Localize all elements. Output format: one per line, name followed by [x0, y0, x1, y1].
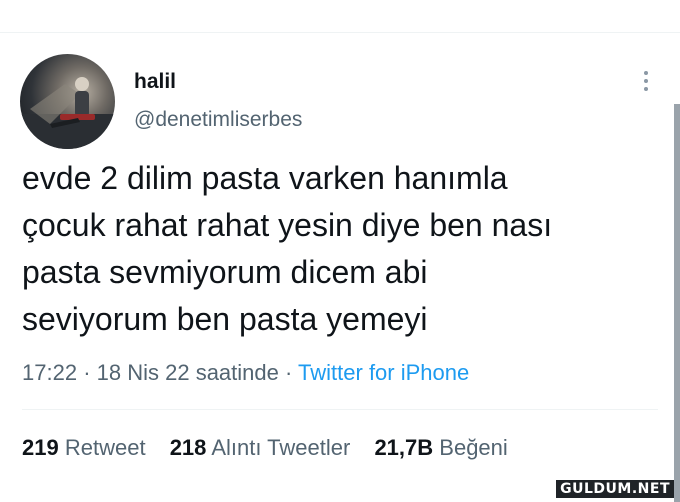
likes-stat[interactable]: 21,7B Beğeni	[374, 435, 507, 460]
engagement-stats: 219 Retweet 218 Alıntı Tweetler 21,7B Be…	[22, 435, 526, 461]
site-watermark: GULDUM.NET	[556, 480, 674, 498]
tweet-text-line: pasta sevmiyorum dicem abi	[22, 254, 428, 290]
meta-separator: ·	[83, 360, 91, 385]
stats-divider	[22, 409, 658, 410]
retweet-stat[interactable]: 219 Retweet	[22, 435, 152, 460]
meta-separator: ·	[285, 360, 293, 385]
user-handle[interactable]: @denetimliserbes	[134, 108, 302, 132]
avatar[interactable]	[20, 54, 115, 149]
tweet-source-link[interactable]: Twitter for iPhone	[298, 360, 469, 385]
like-count: 21,7B	[374, 435, 434, 460]
tweet-text: evde 2 dilim pasta varken hanımla çocuk …	[22, 155, 662, 343]
tweet-text-line: çocuk rahat rahat yesin diye ben nası	[22, 207, 553, 243]
avatar-image	[20, 77, 115, 149]
more-vertical-icon	[644, 71, 648, 75]
like-label: Beğeni	[439, 435, 508, 460]
tweet-time[interactable]: 17:22	[22, 360, 77, 385]
display-name[interactable]: halil	[134, 70, 176, 94]
quote-label: Alıntı Tweetler	[211, 435, 351, 460]
quote-tweets-stat[interactable]: 218 Alıntı Tweetler	[170, 435, 357, 460]
retweet-count: 219	[22, 435, 59, 460]
retweet-label: Retweet	[64, 435, 146, 460]
tweet-text-line: evde 2 dilim pasta varken hanımla	[22, 160, 508, 196]
more-options-button[interactable]	[634, 66, 658, 96]
quote-count: 218	[169, 435, 207, 460]
tweet-meta: 17:22 · 18 Nis 22 saatinde · Twitter for…	[22, 360, 469, 386]
tweet-date[interactable]: 18 Nis 22 saatinde	[97, 360, 279, 385]
tweet-text-line: seviyorum ben pasta yemeyi	[22, 301, 428, 337]
tweet: halil @denetimliserbes evde 2 dilim past…	[0, 0, 680, 502]
